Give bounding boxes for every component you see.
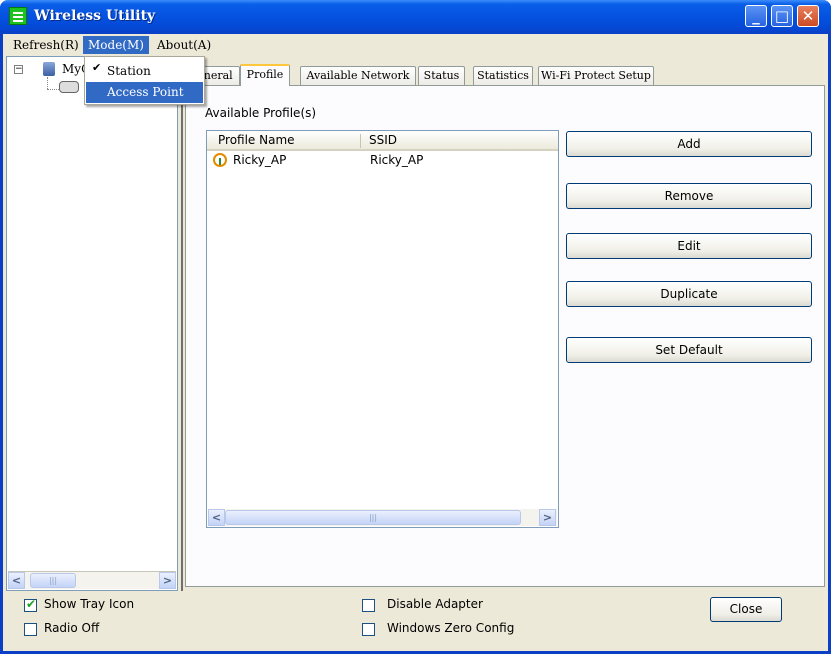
scroll-thumb[interactable]: ||| (30, 573, 76, 588)
available-profiles-label: Available Profile(s) (205, 106, 317, 120)
radio-off-checkbox[interactable] (24, 623, 37, 636)
collapse-icon[interactable]: − (14, 65, 23, 74)
column-divider[interactable] (360, 134, 361, 148)
menu-item-station[interactable]: ✔ Station (86, 61, 203, 82)
tab-statistics[interactable]: Statistics (473, 66, 533, 85)
list-horizontal-scrollbar[interactable]: < ||| > (208, 509, 557, 526)
row-profile-name: Ricky_AP (233, 153, 287, 167)
row-ssid: Ricky_AP (370, 153, 424, 167)
device-tree[interactable]: − MyC (6, 56, 178, 591)
checkmark-icon: ✔ (26, 597, 37, 611)
close-window-button[interactable]: ✕ (797, 5, 819, 27)
tab-available-network[interactable]: Available Network (300, 66, 416, 85)
disable-adapter-label: Disable Adapter (387, 597, 483, 611)
computer-icon (43, 62, 55, 76)
menu-bar: Refresh(R) Mode(M) About(A) (3, 34, 828, 56)
add-button[interactable]: Add (566, 131, 812, 157)
list-header: Profile Name SSID (207, 131, 558, 151)
menu-item-station-label: Station (107, 64, 151, 78)
windows-zero-config-checkbox[interactable] (362, 623, 375, 636)
scroll-left-icon[interactable]: < (208, 509, 225, 526)
minimize-icon: _ (752, 7, 760, 25)
app-window: Wireless Utility _ □ ✕ Refresh(R) Mode(M… (0, 0, 831, 654)
window-title: Wireless Utility (34, 8, 156, 24)
close-button[interactable]: Close (710, 597, 782, 622)
tab-wps[interactable]: Wi-Fi Protect Setup (538, 66, 654, 85)
maximize-button[interactable]: □ (771, 5, 793, 27)
scroll-right-icon[interactable]: > (159, 572, 176, 589)
set-default-button[interactable]: Set Default (566, 337, 812, 363)
tab-status[interactable]: Status (418, 66, 465, 85)
scroll-thumb[interactable]: ||| (225, 510, 521, 525)
windows-zero-config-label: Windows Zero Config (387, 621, 515, 635)
tree-connector (47, 89, 59, 91)
check-icon: ✔ (92, 61, 102, 74)
tab-strip: eneral Profile Available Network Status … (188, 64, 828, 86)
close-icon: ✕ (801, 7, 815, 25)
tree-horizontal-scrollbar[interactable]: < ||| > (8, 571, 176, 589)
wireless-adapter-icon[interactable] (59, 81, 79, 93)
duplicate-button[interactable]: Duplicate (566, 281, 812, 307)
app-icon (9, 7, 27, 25)
radio-off-label: Radio Off (44, 621, 100, 635)
tree-connector (47, 77, 49, 89)
menu-item-access-point[interactable]: Access Point (86, 82, 203, 103)
scroll-left-icon[interactable]: < (8, 572, 25, 589)
menu-about[interactable]: About(A) (152, 36, 216, 54)
show-tray-icon-label: Show Tray Icon (44, 597, 135, 611)
edit-button[interactable]: Edit (566, 233, 812, 259)
access-point-icon (213, 153, 227, 167)
scroll-right-icon[interactable]: > (539, 509, 556, 526)
minimize-button[interactable]: _ (745, 5, 767, 27)
maximize-icon: □ (774, 7, 790, 25)
tab-profile[interactable]: Profile (240, 64, 290, 86)
column-profile-name[interactable]: Profile Name (218, 133, 295, 147)
profile-panel: Available Profile(s) Profile Name SSID R… (185, 85, 825, 587)
pane-splitter[interactable] (181, 56, 183, 591)
title-bar[interactable]: Wireless Utility _ □ ✕ (0, 0, 831, 34)
show-tray-icon-checkbox[interactable]: ✔ (24, 597, 37, 612)
menu-mode[interactable]: Mode(M) (83, 36, 149, 54)
menu-item-access-point-label: Access Point (107, 85, 184, 99)
remove-button[interactable]: Remove (566, 183, 812, 209)
profile-list[interactable]: Profile Name SSID Ricky_AP Ricky_AP < ||… (206, 130, 559, 528)
column-ssid[interactable]: SSID (369, 133, 397, 147)
mode-dropdown-menu: ✔ Station Access Point (84, 56, 205, 105)
menu-refresh[interactable]: Refresh(R) (8, 36, 84, 54)
disable-adapter-checkbox[interactable] (362, 599, 375, 612)
table-row[interactable]: Ricky_AP Ricky_AP (207, 152, 558, 170)
